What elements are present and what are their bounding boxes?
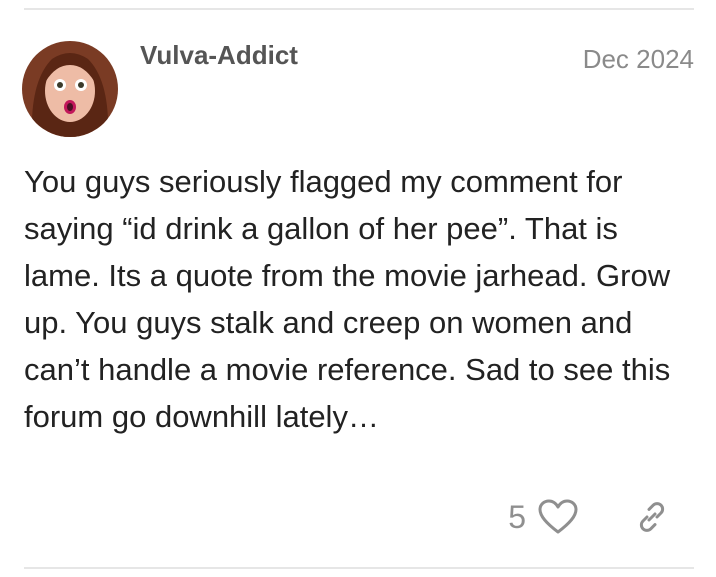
post-body-text: You guys seriously flagged my comment fo… (24, 164, 671, 434)
link-icon (639, 502, 665, 532)
avatar-photo (22, 41, 118, 137)
like-button[interactable] (538, 499, 578, 535)
post-date[interactable]: Dec 2024 (583, 44, 694, 75)
post-bottom-divider (24, 567, 694, 569)
avatar[interactable] (22, 41, 118, 137)
heart-outline-icon (538, 499, 578, 534)
share-link-button[interactable] (634, 499, 670, 535)
post-author-username[interactable]: Vulva-Addict (140, 40, 298, 71)
forum-post: Vulva-Addict Dec 2024 You guys seriously… (0, 0, 716, 577)
like-count: 5 (508, 498, 526, 535)
post-top-divider (24, 8, 694, 10)
post-actions: 5 (508, 494, 670, 540)
